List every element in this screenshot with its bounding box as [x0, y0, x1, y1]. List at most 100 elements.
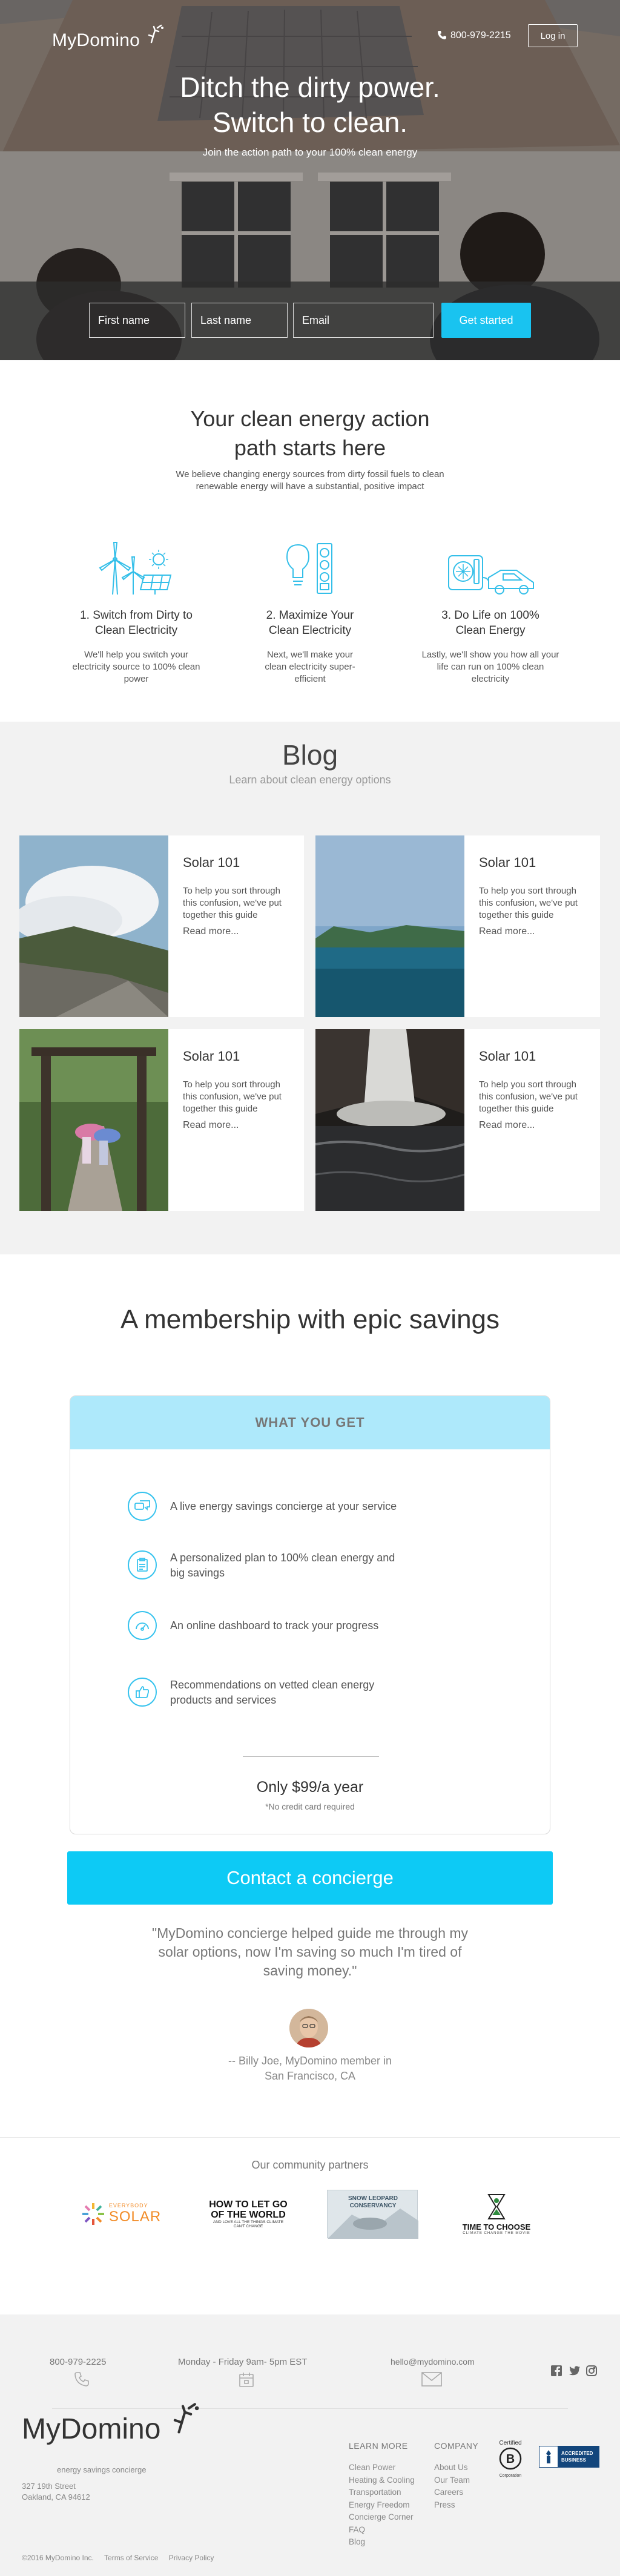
- read-more-link[interactable]: Read more...: [479, 926, 535, 937]
- blog-title: Blog: [282, 739, 338, 771]
- domino-figure-icon: [148, 24, 163, 44]
- testimonial-author-line2: San Francisco, CA: [264, 2070, 356, 2082]
- step-description: We'll help you switch your electricity s…: [72, 650, 200, 684]
- partner-logo-text: CLIMATE CHANGE THE MOVIE: [463, 2231, 530, 2235]
- partner-logo-text: AND LOVE ALL THE THINGS CLIMATE CAN'T CH…: [213, 2220, 284, 2228]
- footer-address-line1: 327 19th Street: [22, 2482, 76, 2491]
- blog-card-title[interactable]: Solar 101: [479, 855, 536, 871]
- footer-phone[interactable]: 800-979-2225: [50, 2357, 106, 2367]
- step-description: Next, we'll make your clean electricity …: [265, 650, 355, 684]
- read-more-link[interactable]: Read more...: [479, 1120, 535, 1131]
- membership-box-heading: WHAT YOU GET: [70, 1396, 550, 1449]
- thumbs-up-icon: [128, 1678, 157, 1707]
- footer-link[interactable]: Transportation: [349, 2486, 415, 2499]
- footer-link[interactable]: Concierge Corner: [349, 2511, 415, 2524]
- sun-icon: [82, 2203, 104, 2225]
- privacy-link[interactable]: Privacy Policy: [169, 2554, 214, 2562]
- footer-link[interactable]: Heating & Cooling: [349, 2474, 415, 2487]
- domino-figure-icon: [173, 2403, 199, 2434]
- path-title: Your clean energy action path starts her…: [0, 404, 620, 463]
- step-description: Lastly, we'll show you how all your life…: [421, 650, 559, 684]
- blog-card-title[interactable]: Solar 101: [183, 1049, 240, 1064]
- footer-legal: ©2016 MyDomino Inc. Terms of Service Pri…: [22, 2554, 222, 2562]
- bbb-badge[interactable]: ACCREDITED BUSINESS: [539, 2446, 599, 2468]
- footer-link[interactable]: Press: [434, 2499, 470, 2512]
- partner-logo-how-to-let-go[interactable]: HOW TO LET GO OF THE WORLD AND LOVE ALL …: [200, 2187, 297, 2241]
- bbb-line2: BUSINESS: [561, 2457, 586, 2463]
- footer-link[interactable]: About Us: [434, 2462, 470, 2474]
- footer-link[interactable]: Our Team: [434, 2474, 470, 2487]
- blog-card-title[interactable]: Solar 101: [479, 1049, 536, 1064]
- twitter-icon[interactable]: [569, 2365, 581, 2379]
- blog-image-waterfall: [315, 1029, 464, 1211]
- footer-link[interactable]: FAQ: [349, 2524, 415, 2537]
- membership-price: Only $99/a year: [256, 1779, 364, 1796]
- partner-logo-everybody-solar[interactable]: EVERYBODY SOLAR: [73, 2187, 170, 2241]
- header-phone[interactable]: 800-979-2215: [437, 30, 511, 41]
- testimonial-author-line1: -- Billy Joe, MyDomino member in: [228, 2055, 392, 2067]
- footer-email[interactable]: hello@mydomino.com: [391, 2357, 475, 2367]
- blog-card[interactable]: Solar 101 To help you sort through this …: [19, 835, 304, 1017]
- read-more-link[interactable]: Read more...: [183, 1120, 239, 1131]
- bcorp-badge[interactable]: Certified B Corporation: [495, 2440, 526, 2478]
- partner-logo-snow-leopard[interactable]: SNOW LEOPARD CONSERVANCY: [327, 2187, 418, 2241]
- phone-icon: [438, 31, 446, 39]
- terms-link[interactable]: Terms of Service: [104, 2554, 158, 2562]
- blog-image-mountain: [19, 835, 168, 1017]
- blog-card[interactable]: Solar 101 To help you sort through this …: [315, 1029, 600, 1211]
- membership-box: WHAT YOU GET A live energy savings conci…: [70, 1395, 550, 1834]
- bcorp-label: Certified: [499, 2440, 522, 2446]
- blog-card-excerpt: To help you sort through this confusion,…: [479, 1079, 578, 1114]
- feature-text: A live energy savings concierge at your …: [170, 1500, 397, 1512]
- step-title-line1: 2. Maximize Your: [266, 609, 354, 622]
- footer-link[interactable]: Clean Power: [349, 2462, 415, 2474]
- footer-logo[interactable]: MyDomino: [22, 2402, 203, 2446]
- footer-link[interactable]: Careers: [434, 2486, 470, 2499]
- bbb-line1: ACCREDITED: [561, 2451, 593, 2456]
- login-button[interactable]: Log in: [528, 24, 578, 47]
- partner-logo-text: SNOW LEOPARD: [348, 2195, 398, 2202]
- step-switch: 1. Switch from Dirty to Clean Electricit…: [58, 539, 215, 685]
- header-phone-number: 800-979-2215: [450, 30, 511, 41]
- phone-icon: [74, 2371, 90, 2390]
- footer-company-links: About Us Our Team Careers Press: [434, 2462, 470, 2511]
- partner-logo-text: EVERYBODY: [108, 2202, 148, 2209]
- partner-logo-time-to-choose[interactable]: TIME TO CHOOSE CLIMATE CHANGE THE MOVIE: [448, 2187, 545, 2241]
- hourglass-icon: [487, 2193, 506, 2219]
- testimonial-author: -- Billy Joe, MyDomino member in San Fra…: [0, 2054, 620, 2084]
- bbb-torch-icon: [546, 2450, 551, 2463]
- bcorp-logo-icon: B: [499, 2447, 522, 2470]
- wind-solar-icon: [99, 542, 172, 595]
- hero-title: Ditch the dirty power. Switch to clean.: [0, 70, 620, 140]
- ev-charger-icon: [448, 555, 534, 595]
- partner-logo-text: HOW TO LET GO: [209, 2199, 288, 2210]
- email-input[interactable]: [293, 303, 434, 338]
- blog-card-excerpt: To help you sort through this confusion,…: [479, 886, 578, 920]
- contact-concierge-button[interactable]: Contact a concierge: [67, 1851, 553, 1905]
- copyright: ©2016 MyDomino Inc.: [22, 2554, 94, 2562]
- path-description: We believe changing energy sources from …: [176, 469, 444, 492]
- blog-card[interactable]: Solar 101 To help you sort through this …: [19, 1029, 304, 1211]
- facebook-icon[interactable]: [551, 2365, 562, 2379]
- hero-subtitle: Join the action path to your 100% clean …: [202, 147, 418, 158]
- mail-icon: [421, 2371, 443, 2390]
- read-more-link[interactable]: Read more...: [183, 926, 239, 937]
- footer-link[interactable]: Blog: [349, 2536, 415, 2549]
- footer-learn-more-links: Clean Power Heating & Cooling Transporta…: [349, 2462, 415, 2549]
- blog-card-title[interactable]: Solar 101: [183, 855, 240, 871]
- footer-link[interactable]: Energy Freedom: [349, 2499, 415, 2512]
- header-logo[interactable]: MyDomino: [52, 24, 166, 51]
- feature-text: A personalized plan to 100% clean energy…: [170, 1552, 395, 1579]
- partner-logo-text: TIME TO CHOOSE: [462, 2222, 531, 2232]
- blog-card[interactable]: Solar 101 To help you sort through this …: [315, 835, 600, 1017]
- blog-image-shrine: [19, 1029, 168, 1211]
- first-name-input[interactable]: [89, 303, 185, 338]
- footer-hours: Monday - Friday 9am- 5pm EST: [178, 2357, 308, 2367]
- get-started-button[interactable]: Get started: [441, 303, 531, 338]
- footer-logo-text: MyDomino: [22, 2413, 161, 2445]
- instagram-icon[interactable]: [586, 2365, 597, 2379]
- membership-title: A membership with epic savings: [120, 1305, 500, 1334]
- svg-text:B: B: [506, 2452, 515, 2466]
- plan-icon: [128, 1550, 157, 1580]
- last-name-input[interactable]: [191, 303, 288, 338]
